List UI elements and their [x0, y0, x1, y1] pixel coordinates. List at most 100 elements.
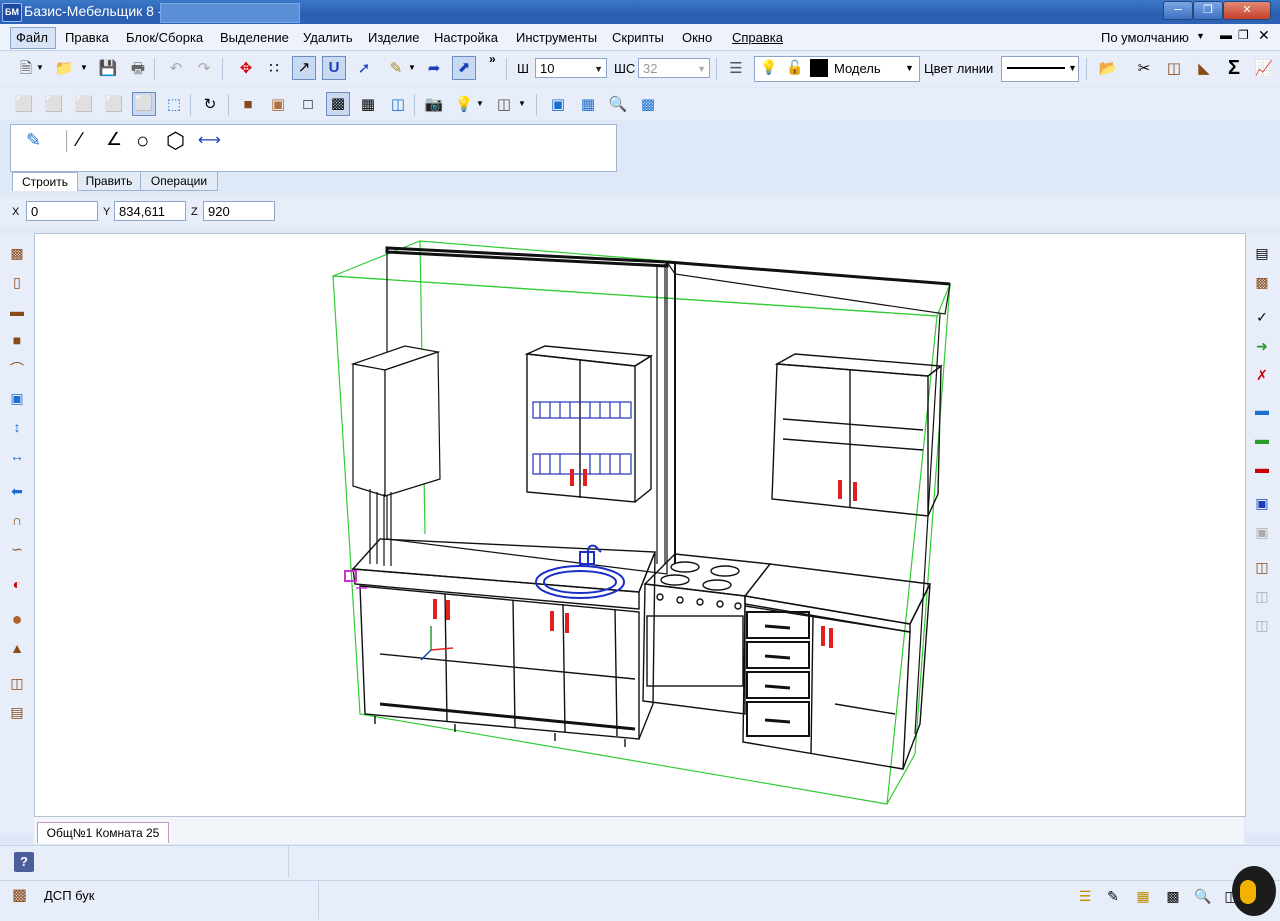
properties-icon[interactable]: ▤ — [1251, 242, 1273, 264]
table-view-icon[interactable]: ▦ — [1132, 885, 1154, 907]
report-icon[interactable]: ▩ — [1162, 885, 1184, 907]
minimize-button[interactable]: ─ — [1163, 1, 1193, 20]
camera-icon[interactable]: 📷 — [422, 93, 446, 117]
group-remove-icon[interactable]: ▣ — [1251, 521, 1273, 543]
render-shaded-icon[interactable]: ▣ — [266, 93, 290, 117]
chevron-down-icon[interactable]: ▼ — [518, 99, 526, 108]
view-iso-icon[interactable]: ⬜ — [132, 92, 156, 116]
fitting-icon[interactable]: ◫ — [6, 672, 28, 694]
bent-panel-icon[interactable]: ⌒ — [6, 358, 28, 380]
redo-icon[interactable]: ↷ — [192, 57, 216, 81]
ruler-icon[interactable]: ✎ — [384, 57, 408, 81]
chevron-down-icon[interactable]: ▼ — [36, 63, 44, 72]
tree-view-icon[interactable]: ☰ — [1074, 885, 1096, 907]
light-icon[interactable]: 💡 — [452, 93, 476, 117]
cut-tool-icon[interactable]: ◐ — [6, 573, 28, 595]
chevron-down-icon[interactable]: ▼ — [80, 63, 88, 72]
zoom-all-icon[interactable]: ▩ — [636, 93, 660, 117]
view-top-icon[interactable]: ⬜ — [42, 93, 66, 117]
screw-add-icon[interactable]: ➜ — [1251, 335, 1273, 357]
block-add-icon[interactable]: ◫ — [1251, 585, 1273, 607]
scissors-icon[interactable]: ✂ — [1132, 57, 1156, 81]
tab-edit[interactable]: Править — [77, 171, 141, 191]
back-panel-icon[interactable]: ■ — [6, 329, 28, 351]
library-folder-icon[interactable]: 📂 — [1096, 57, 1120, 81]
angle-tool-icon[interactable]: ∠ — [106, 129, 122, 150]
menu-product[interactable]: Изделие — [368, 30, 419, 45]
render-textured-icon[interactable]: ■ — [236, 93, 260, 117]
print-icon[interactable]: 🖶 — [126, 57, 150, 81]
render-wire-icon[interactable]: ▩ — [326, 92, 350, 116]
menu-window[interactable]: Окно — [682, 30, 712, 45]
polygon-tool-icon[interactable]: ⬡ — [166, 128, 185, 154]
sum-icon[interactable]: Σ — [1222, 56, 1246, 80]
menu-file[interactable]: Файл — [16, 30, 48, 45]
profile-tool-icon[interactable]: ⬅ — [6, 480, 28, 502]
screw-icon[interactable]: ✓ — [1251, 306, 1273, 328]
panel-icon[interactable]: ◣ — [1192, 57, 1216, 81]
sphere-icon[interactable]: ● — [6, 608, 28, 630]
view-right-icon[interactable]: ⬜ — [102, 93, 126, 117]
axes-icon[interactable]: ✥ — [234, 57, 258, 81]
grid-snap-icon[interactable]: ∷ — [262, 57, 286, 81]
zoom-extents-icon[interactable]: ▣ — [546, 93, 570, 117]
menu-delete[interactable]: Удалить — [303, 30, 353, 45]
menu-help[interactable]: Справка — [732, 30, 783, 45]
zoom-window-icon[interactable]: ▦ — [576, 93, 600, 117]
undo-icon[interactable]: ↶ — [164, 57, 188, 81]
horizontal-panel-icon[interactable]: ▬ — [6, 300, 28, 322]
edit-notes-icon[interactable]: ✎ — [1102, 885, 1124, 907]
chart-icon[interactable]: 📈 — [1252, 57, 1276, 81]
split-view-icon[interactable]: ◫ — [386, 93, 410, 117]
circle-tool-icon[interactable]: ○ — [136, 128, 149, 154]
menu-block[interactable]: Блок/Сборка — [126, 30, 203, 45]
mdi-restore-icon[interactable]: ❐ — [1238, 28, 1249, 42]
close-button[interactable]: ✕ — [1223, 1, 1271, 20]
screw-remove-icon[interactable]: ✗ — [1251, 364, 1273, 386]
layer-color-swatch[interactable] — [810, 59, 828, 77]
pyramid-icon[interactable]: ▲ — [6, 637, 28, 659]
render-hidden-icon[interactable]: □ — [296, 93, 320, 117]
tab-operations[interactable]: Операции — [140, 171, 218, 191]
vertical-panel-icon[interactable]: ▯ — [6, 271, 28, 293]
open-folder-icon[interactable]: 📁 — [52, 57, 76, 81]
pick-point-icon[interactable]: ➚ — [352, 57, 376, 81]
line-tool-icon[interactable]: ∕ — [78, 129, 81, 152]
panel-tool-icon[interactable]: ▩ — [6, 242, 28, 264]
menu-selection[interactable]: Выделение — [220, 30, 289, 45]
edge-remove-icon[interactable]: ▬ — [1251, 457, 1273, 479]
vertical-align-icon[interactable]: ↕ — [6, 416, 28, 438]
new-file-icon[interactable]: 🗎 — [14, 57, 38, 81]
viewport-3d[interactable] — [34, 233, 1246, 817]
menu-scripts[interactable]: Скрипты — [612, 30, 664, 45]
view-rotate-icon[interactable]: ⬚ — [162, 93, 186, 117]
maximize-button[interactable]: ❐ — [1193, 1, 1223, 20]
arch-tool-icon[interactable]: ∩ — [6, 509, 28, 531]
document-tab[interactable]: Общ№1 Комната 25 — [37, 822, 169, 843]
view-front-icon[interactable]: ⬜ — [12, 93, 36, 117]
help-icon[interactable]: ? — [14, 852, 34, 872]
cursor-select-icon[interactable]: ➦ — [422, 57, 446, 81]
fit-panel-icon[interactable]: ▣ — [6, 387, 28, 409]
z-field[interactable]: 920 — [203, 201, 275, 221]
view-left-icon[interactable]: ⬜ — [72, 93, 96, 117]
materials-icon[interactable]: ◫ — [492, 93, 516, 117]
lock-icon[interactable]: 🔓 — [786, 59, 803, 76]
snap-line-icon[interactable]: ↗ — [292, 56, 316, 80]
chevron-down-icon[interactable]: ▼ — [476, 99, 484, 108]
group-add-icon[interactable]: ▣ — [1251, 492, 1273, 514]
edge-add-icon[interactable]: ▬ — [1251, 428, 1273, 450]
curve-tool-icon[interactable]: ∽ — [6, 538, 28, 560]
horizontal-align-icon[interactable]: ↔ — [6, 445, 28, 467]
chevron-down-icon[interactable]: ▼ — [408, 63, 416, 72]
mdi-minimize-icon[interactable]: ▬ — [1220, 28, 1232, 42]
profile-selector[interactable]: По умолчанию — [1101, 30, 1189, 45]
magnet-icon[interactable]: U — [322, 56, 346, 80]
save-icon[interactable]: 💾 — [96, 57, 120, 81]
block-remove-icon[interactable]: ◫ — [1251, 614, 1273, 636]
width-step-field[interactable]: 32 ▼ — [638, 58, 710, 78]
menu-settings[interactable]: Настройка — [434, 30, 498, 45]
toolbar-overflow-icon[interactable]: » — [489, 52, 496, 66]
x-field[interactable]: 0 — [26, 201, 98, 221]
edge-icon[interactable]: ▬ — [1251, 399, 1273, 421]
